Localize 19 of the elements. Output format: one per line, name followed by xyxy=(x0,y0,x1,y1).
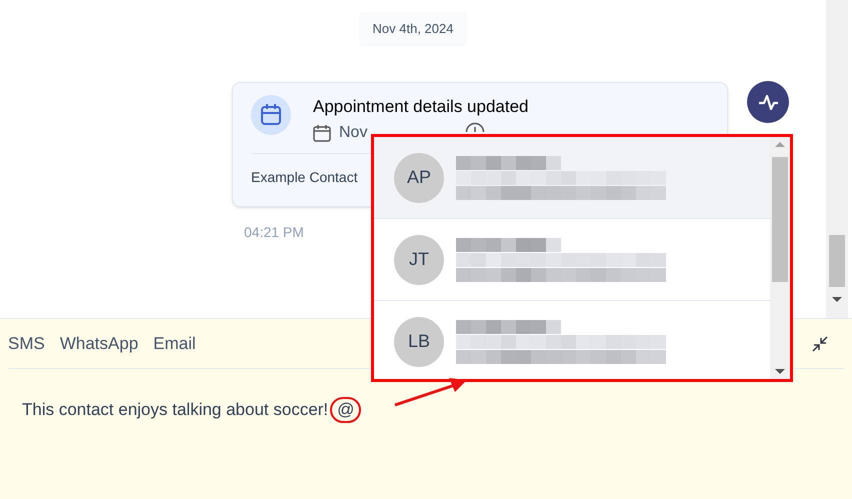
activity-icon[interactable] xyxy=(747,81,789,123)
card-date: Nov xyxy=(339,123,368,143)
calendar-icon xyxy=(251,95,291,135)
calendar-icon xyxy=(313,124,331,142)
message-time: 04:21 PM xyxy=(244,223,304,242)
dropdown-scrollbar[interactable] xyxy=(770,137,790,379)
avatar: LB xyxy=(394,316,444,366)
mention-trigger: @ xyxy=(330,397,362,423)
scrollbar[interactable] xyxy=(826,0,848,318)
channel-tab[interactable]: Email xyxy=(153,330,196,356)
card-title: Appointment details updated xyxy=(313,96,528,118)
contact-name: Example Contact xyxy=(251,169,358,185)
message-text: This contact enjoys talking about soccer! xyxy=(22,399,328,422)
contact-option[interactable]: AP xyxy=(374,137,770,219)
channel-tab[interactable]: SMS xyxy=(8,330,45,356)
avatar: JT xyxy=(394,234,444,284)
channel-tab[interactable]: WhatsApp xyxy=(60,330,138,356)
avatar: AP xyxy=(394,152,444,202)
collapse-icon[interactable] xyxy=(810,334,830,354)
